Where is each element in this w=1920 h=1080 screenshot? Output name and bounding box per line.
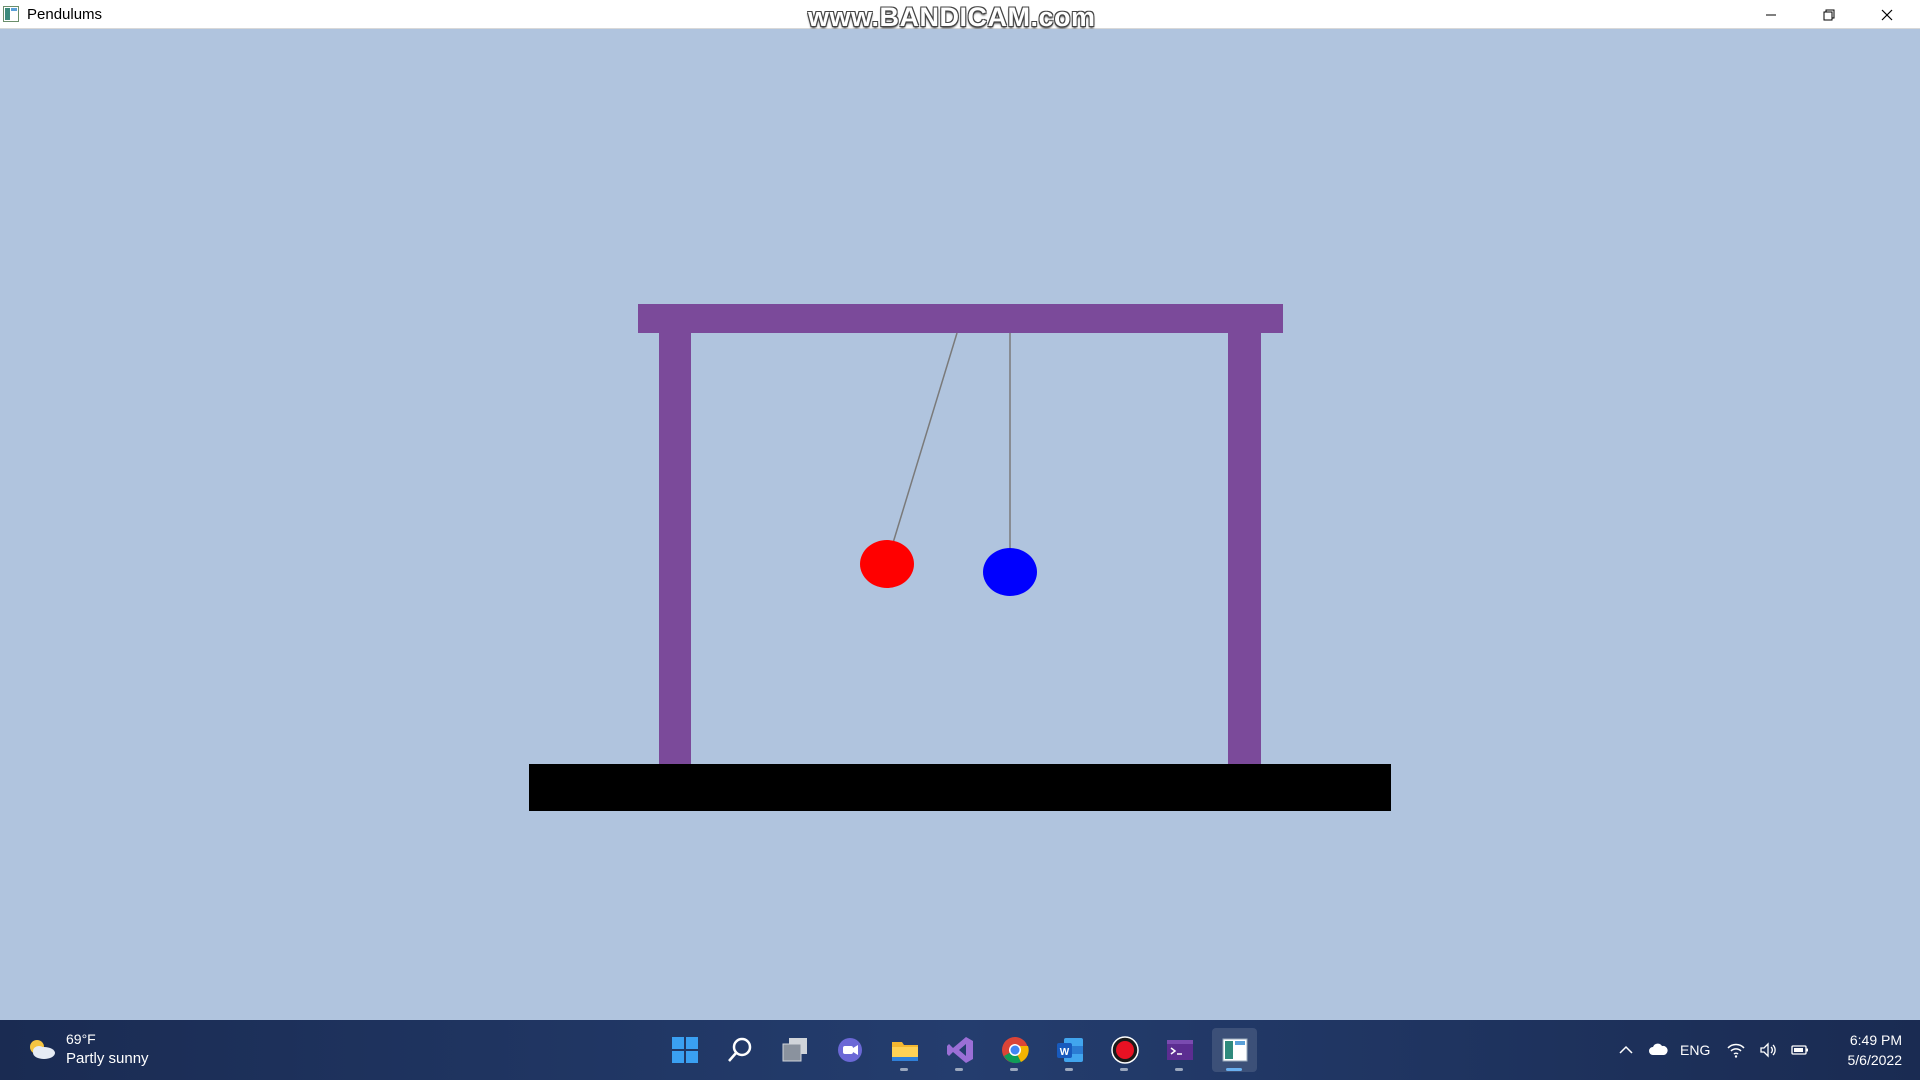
weather-temperature: 69°F xyxy=(66,1031,96,1047)
search-icon xyxy=(727,1037,751,1062)
chat-button[interactable] xyxy=(827,1028,872,1072)
volume-button[interactable] xyxy=(1758,1040,1778,1060)
running-indicator xyxy=(955,1068,963,1071)
cloud-icon xyxy=(1649,1043,1668,1055)
chevron-up-icon xyxy=(1619,1045,1633,1054)
svg-text:W: W xyxy=(1059,1047,1069,1058)
terminal-icon xyxy=(1166,1040,1193,1060)
red-pendulum-string xyxy=(892,332,958,544)
language-indicator[interactable]: ENG xyxy=(1680,1042,1710,1058)
clock-time: 6:49 PM xyxy=(1849,1032,1902,1048)
minimize-button[interactable] xyxy=(1742,0,1800,29)
title-bar: Pendulums www.BANDICAM.com xyxy=(0,0,1920,32)
chrome-icon xyxy=(1001,1037,1029,1064)
word-button[interactable]: W xyxy=(1047,1028,1092,1072)
running-indicator xyxy=(1175,1068,1183,1071)
partly-sunny-icon xyxy=(26,1037,56,1061)
console-button[interactable] xyxy=(1157,1028,1202,1072)
window-title: Pendulums xyxy=(27,6,103,23)
taskbar-apps: W xyxy=(662,1028,1257,1072)
pendulum-canvas xyxy=(0,29,1920,1020)
running-indicator xyxy=(1010,1068,1018,1071)
task-view-button[interactable] xyxy=(772,1028,817,1072)
speaker-icon xyxy=(1760,1042,1777,1058)
start-button[interactable] xyxy=(662,1028,707,1072)
red-pendulum-bob xyxy=(860,540,914,588)
weather-widget[interactable]: 69°F Partly sunny xyxy=(26,1030,149,1068)
visual-studio-button[interactable] xyxy=(937,1028,982,1072)
restore-button[interactable] xyxy=(1800,0,1858,29)
active-indicator xyxy=(1226,1068,1242,1071)
blue-pendulum-bob xyxy=(983,548,1037,596)
clock[interactable]: 6:49 PM 5/6/2022 xyxy=(1830,1030,1903,1070)
task-view-icon xyxy=(782,1038,807,1062)
bandicam-button[interactable] xyxy=(1102,1028,1147,1072)
wifi-button[interactable] xyxy=(1726,1040,1746,1060)
search-button[interactable] xyxy=(717,1028,762,1072)
word-icon: W xyxy=(1056,1038,1083,1062)
windows-start-icon xyxy=(671,1037,698,1063)
pendulums-button[interactable] xyxy=(1212,1028,1257,1072)
teams-chat-icon xyxy=(837,1038,862,1062)
running-indicator xyxy=(900,1068,908,1071)
close-icon xyxy=(1881,9,1893,20)
running-indicator xyxy=(1120,1068,1128,1071)
system-tray: ENG xyxy=(1616,1020,1822,1080)
pendulum-layer xyxy=(860,332,1037,596)
visual-studio-icon xyxy=(946,1037,973,1063)
chrome-button[interactable] xyxy=(992,1028,1037,1072)
close-button[interactable] xyxy=(1858,0,1916,29)
restore-icon xyxy=(1823,9,1835,20)
battery-button[interactable] xyxy=(1790,1040,1810,1060)
record-icon xyxy=(1110,1036,1139,1064)
file-explorer-button[interactable] xyxy=(882,1028,927,1072)
show-hidden-icons-button[interactable] xyxy=(1616,1040,1636,1060)
taskbar: 69°F Partly sunny W ENG 6:49 PM 5/6/2022 xyxy=(0,1020,1920,1080)
minimize-icon xyxy=(1766,14,1776,15)
battery-icon xyxy=(1791,1045,1809,1055)
wifi-icon xyxy=(1727,1043,1745,1058)
pendulums-app-icon xyxy=(1222,1038,1247,1062)
clock-date: 5/6/2022 xyxy=(1847,1052,1903,1068)
app-icon xyxy=(3,6,19,22)
folder-icon xyxy=(891,1042,918,1061)
running-indicator xyxy=(1065,1068,1073,1071)
weather-condition: Partly sunny xyxy=(66,1050,149,1067)
onedrive-button[interactable] xyxy=(1648,1040,1668,1060)
